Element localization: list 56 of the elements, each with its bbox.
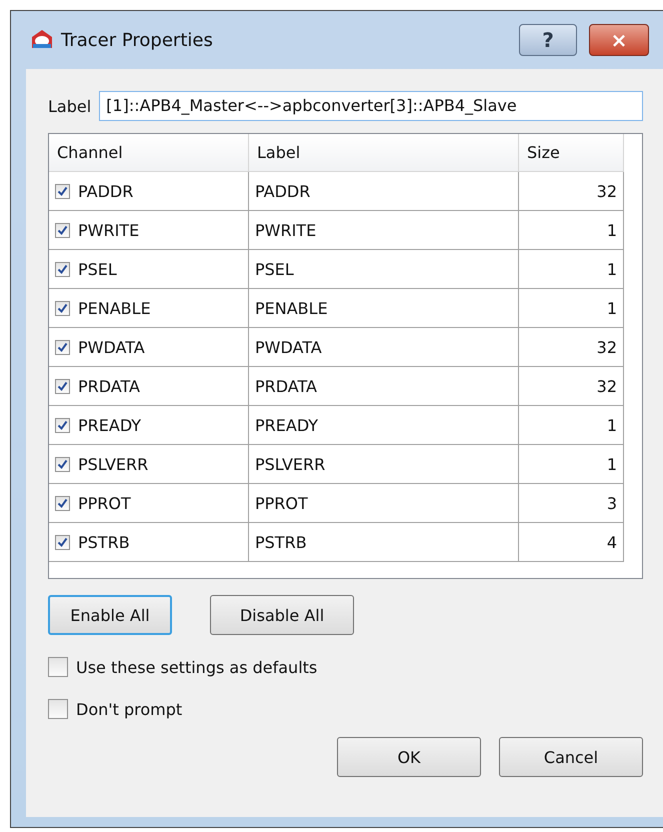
table-cell: PSTRB: [255, 532, 307, 552]
table-cell: PWDATA: [255, 338, 322, 356]
app-logo-icon: [31, 29, 53, 51]
column-header[interactable]: Channel: [49, 134, 249, 171]
field-label: Label: [48, 96, 92, 116]
table-cell: PADDR: [255, 182, 310, 200]
table-cell: PREADY: [255, 416, 318, 434]
table-cell: PRDATA: [255, 376, 317, 396]
help-button[interactable]: ?: [519, 24, 577, 56]
table-cell: PWRITE: [255, 220, 316, 240]
checkbox[interactable]: [55, 534, 70, 550]
checkbox[interactable]: [55, 262, 70, 276]
checkbox[interactable]: [55, 496, 70, 510]
checkbox[interactable]: [55, 340, 70, 354]
table-cell: 32: [596, 376, 617, 396]
table-cell: PENABLE: [255, 298, 328, 318]
channel-name: PADDR: [78, 182, 134, 200]
table-cell: PSLVERR: [255, 454, 326, 474]
checkbox-label: Don't prompt: [76, 700, 182, 718]
action-button[interactable]: Disable All: [210, 595, 354, 635]
channel-name: PENABLE: [78, 298, 151, 318]
label-field[interactable]: [1]::APB4_Master<-->apbconverter[3]::APB4_Slave: [99, 91, 643, 121]
channel-name: PSLVERR: [78, 454, 148, 474]
checkbox[interactable]: [48, 657, 68, 677]
channel-name: PREADY: [78, 416, 142, 434]
window-title: Tracer Properties: [61, 30, 213, 50]
table-cell: 32: [596, 338, 617, 356]
table-cell: 1: [606, 298, 617, 318]
table-cell: 1: [606, 260, 617, 278]
table-cell: 3: [606, 494, 617, 512]
channel-name: PPROT: [78, 494, 131, 512]
checkbox[interactable]: [55, 222, 70, 238]
action-button[interactable]: Enable All: [48, 595, 172, 635]
checkbox[interactable]: [55, 456, 70, 472]
checkbox[interactable]: [55, 300, 70, 316]
checkbox[interactable]: [55, 378, 70, 394]
checkbox[interactable]: [48, 699, 68, 719]
channel-name: PWRITE: [78, 220, 140, 240]
table-cell: 1: [606, 454, 617, 474]
column-header[interactable]: Size: [519, 134, 624, 171]
channel-name: PWDATA: [78, 338, 145, 356]
table-cell: 1: [606, 220, 617, 240]
checkbox[interactable]: [55, 184, 70, 198]
checkbox-label: Use these settings as defaults: [76, 658, 318, 676]
checkbox[interactable]: [55, 418, 70, 432]
table-cell: 1: [606, 416, 617, 434]
column-header[interactable]: Label: [249, 134, 519, 171]
channel-name: PSEL: [78, 260, 117, 278]
table-cell: 4: [606, 532, 617, 552]
table-cell: PPROT: [255, 494, 308, 512]
channel-name: PSTRB: [78, 532, 130, 552]
channel-name: PRDATA: [78, 376, 140, 396]
cancel-button[interactable]: Cancel: [499, 737, 643, 777]
table-cell: 32: [596, 182, 617, 200]
ok-button[interactable]: OK: [337, 737, 481, 777]
table-cell: PSEL: [255, 260, 294, 278]
